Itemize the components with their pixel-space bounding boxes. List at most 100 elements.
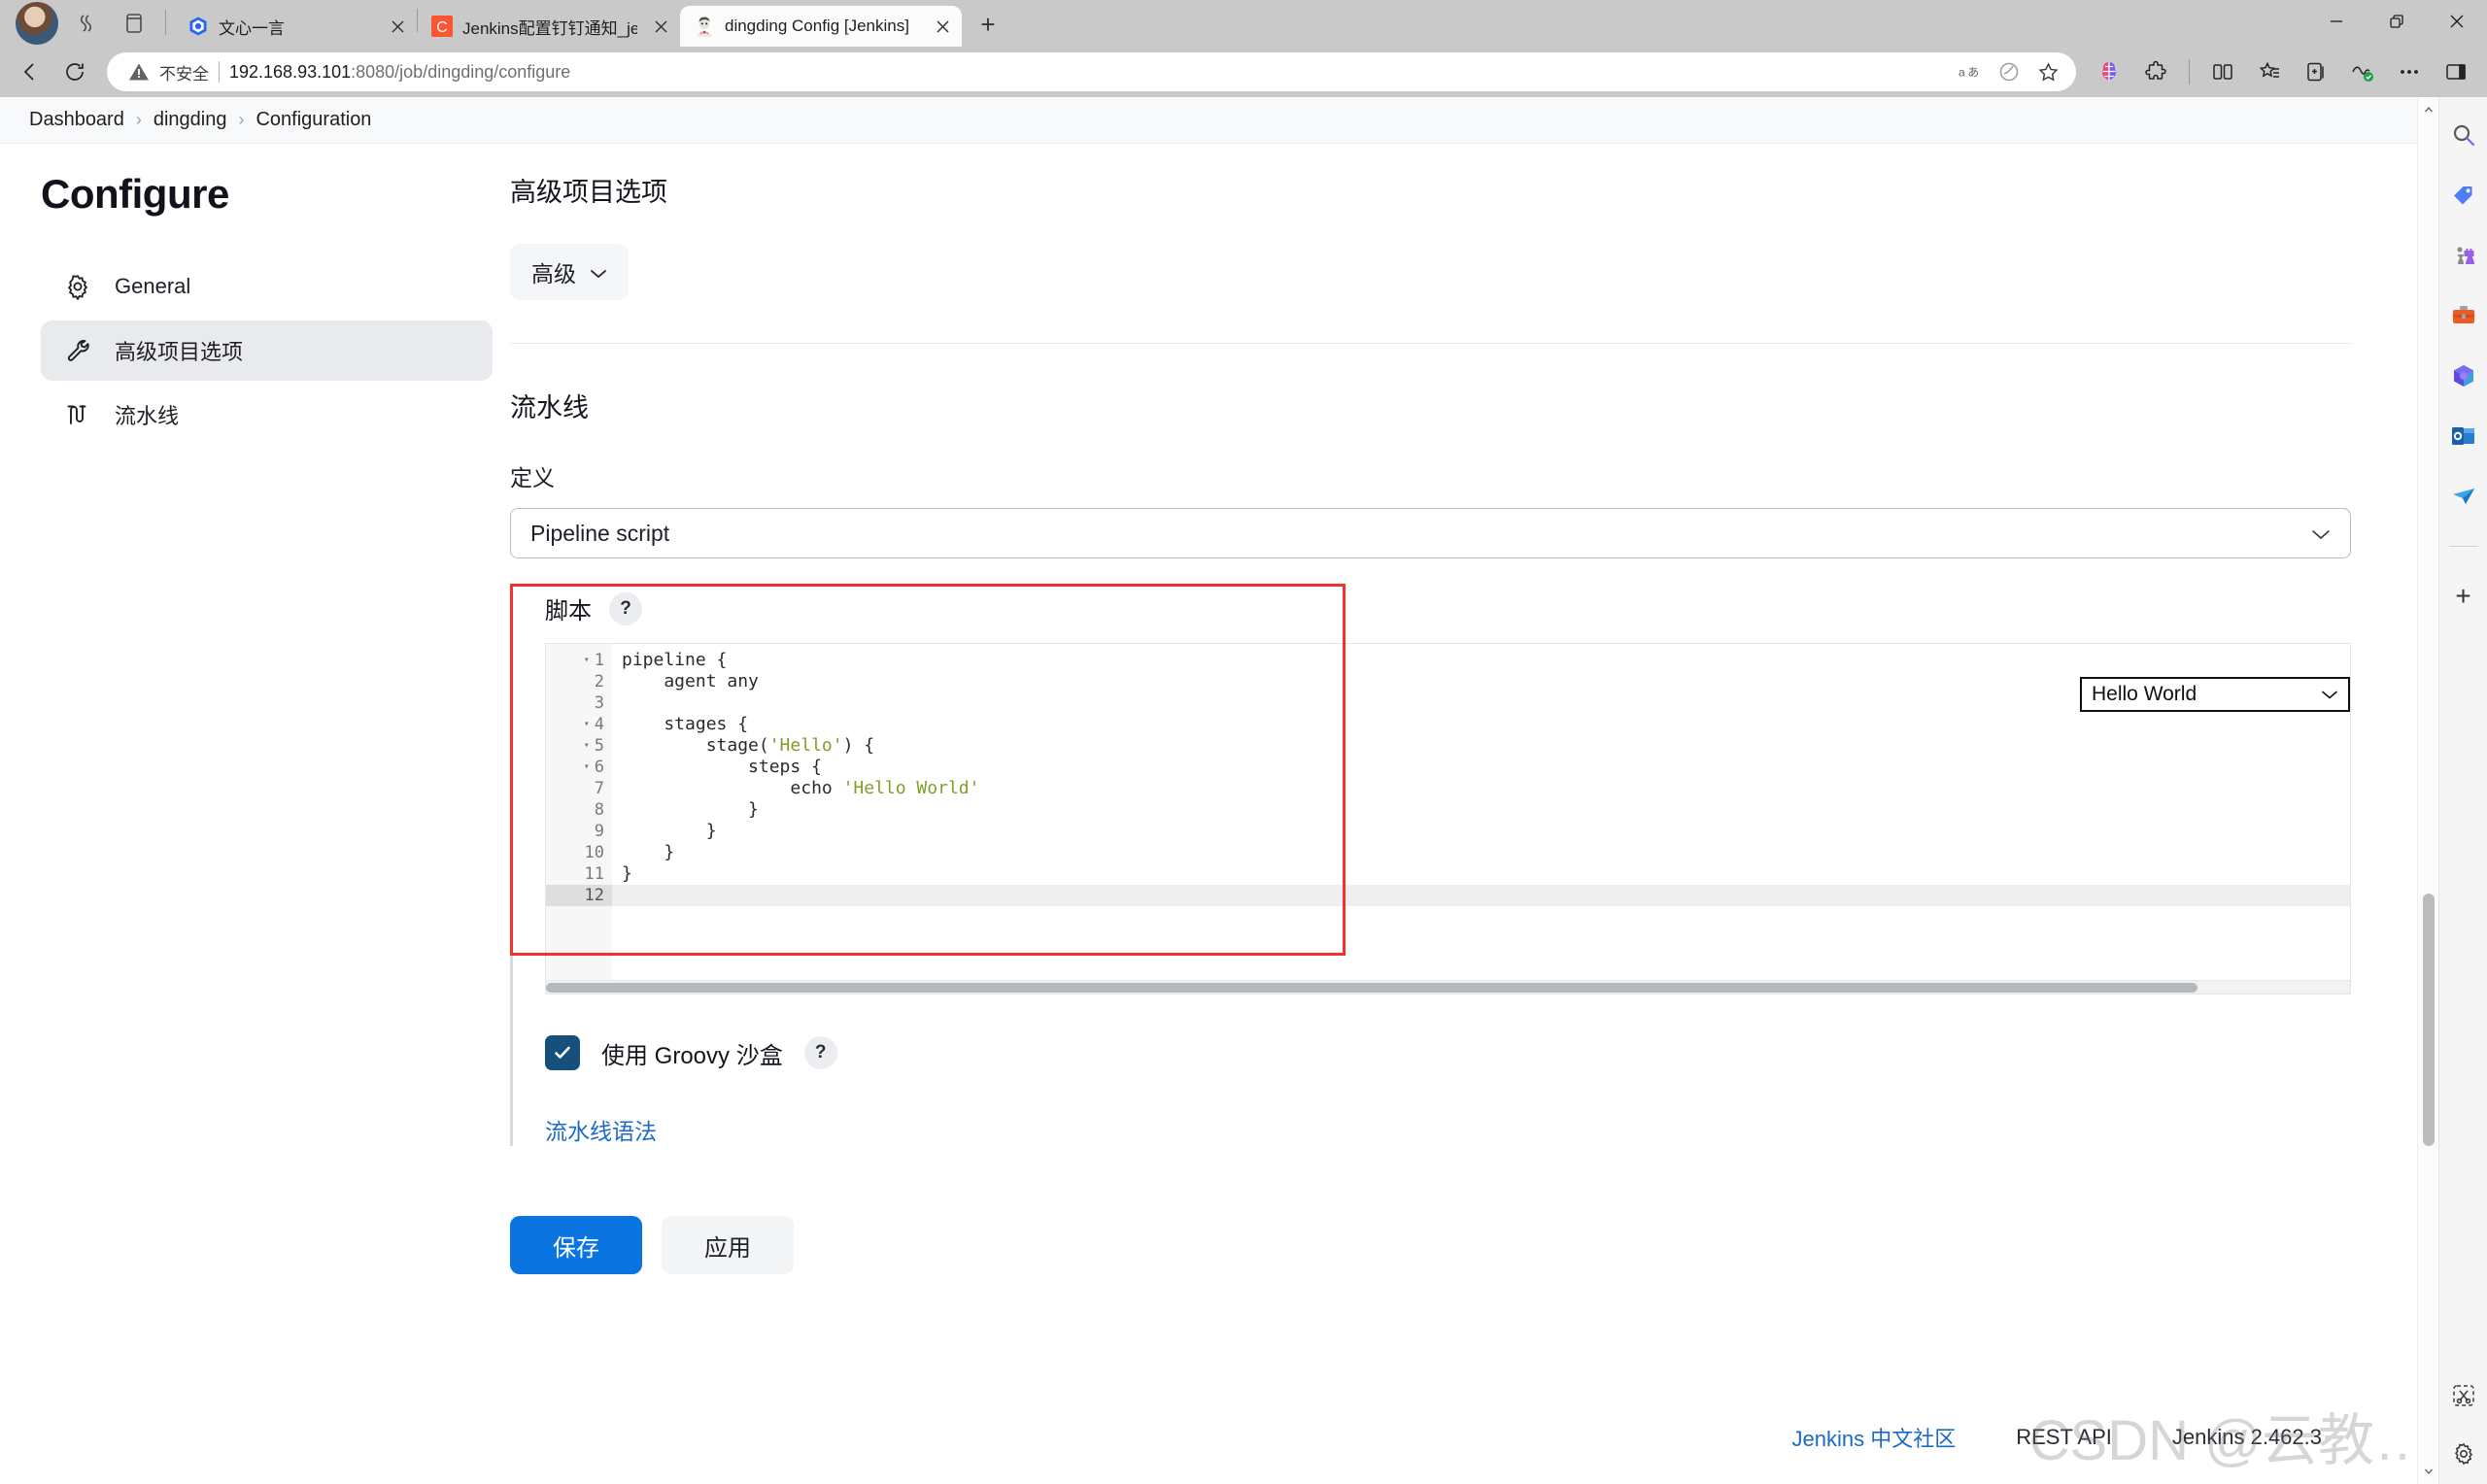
advanced-toggle-label: 高级: [531, 261, 576, 287]
address-bar-actions: a あ: [1952, 53, 2066, 90]
back-button[interactable]: [10, 51, 51, 92]
groovy-sandbox-row: 使用 Groovy 沙盒 ?: [545, 1035, 2351, 1070]
code-line: }: [622, 799, 759, 820]
new-tab-button[interactable]: +: [970, 6, 1006, 43]
browser-essentials-icon[interactable]: [2341, 51, 2384, 93]
help-icon[interactable]: ?: [803, 1036, 837, 1069]
editor-horizontal-scrollbar[interactable]: [546, 980, 2350, 994]
svg-text:a: a: [1959, 66, 1965, 80]
content-wrap: Configure General 高级项目选项 流水线 高级项目选项 高级 流…: [0, 144, 2438, 1274]
scroll-up-arrow-icon[interactable]: [2418, 99, 2438, 120]
favorite-star-icon[interactable]: [2029, 53, 2066, 90]
sidebar-item-advanced-project-options[interactable]: 高级项目选项: [41, 320, 493, 381]
settings-gear-icon[interactable]: [2447, 1437, 2480, 1470]
close-icon[interactable]: [2427, 0, 2487, 43]
favorites-list-icon[interactable]: [2248, 51, 2291, 93]
pipeline-syntax-link[interactable]: 流水线语法: [545, 1119, 657, 1144]
minimize-icon[interactable]: [2306, 0, 2367, 43]
sample-step-select[interactable]: Hello World: [2080, 677, 2350, 712]
scrollbar-thumb[interactable]: [2423, 894, 2435, 1146]
breadcrumb-item-dingding[interactable]: dingding: [153, 109, 227, 131]
apply-button[interactable]: 应用: [662, 1216, 794, 1274]
microsoft365-icon[interactable]: [2447, 359, 2480, 392]
address-divider: [219, 61, 220, 83]
browser-tab-0[interactable]: 文心一言: [174, 6, 417, 47]
send-icon[interactable]: [2447, 480, 2480, 513]
help-icon[interactable]: ?: [609, 591, 642, 625]
browser-tab-1[interactable]: C Jenkins配置钉钉通知_jenkins钉钉: [418, 6, 680, 47]
gear-icon: [62, 271, 93, 302]
breadcrumb-item-configuration[interactable]: Configuration: [256, 109, 371, 131]
sidebar-item-pipeline[interactable]: 流水线: [41, 385, 493, 445]
definition-select[interactable]: Pipeline script: [510, 508, 2351, 558]
games-icon[interactable]: [2447, 239, 2480, 272]
advanced-toggle-button[interactable]: 高级: [510, 244, 629, 300]
page-footer: Jenkins 中文社区 REST API Jenkins 2.462.3: [1792, 1422, 2322, 1453]
tab-title-0: 文心一言: [219, 18, 285, 38]
rest-api-link[interactable]: REST API: [2016, 1425, 2112, 1450]
chevron-right-icon: ›: [135, 110, 142, 129]
pipeline-icon: [62, 399, 93, 430]
tab-close-0[interactable]: [384, 13, 411, 40]
shopping-tag-icon[interactable]: [2447, 179, 2480, 212]
script-label: 脚本: [545, 598, 592, 624]
code-line-current: [612, 885, 2350, 906]
tab-close-2[interactable]: [929, 13, 956, 40]
window-controls: [2306, 0, 2487, 43]
advanced-options-heading: 高级项目选项: [510, 178, 667, 207]
profile-avatar[interactable]: [16, 2, 58, 45]
code-string: 'Hello World': [842, 778, 980, 798]
read-aloud-icon[interactable]: [1991, 53, 2027, 90]
page-title: Configure: [41, 171, 229, 217]
csdn-icon: C: [431, 16, 453, 37]
line-number: 8: [594, 800, 604, 820]
sidebar-toggle-icon[interactable]: [2435, 51, 2477, 93]
address-bar[interactable]: 不安全 192.168.93.101:8080/job/dingding/con…: [107, 52, 2076, 91]
jenkins-community-link[interactable]: Jenkins 中文社区: [1792, 1422, 1957, 1453]
chevron-down-icon: [590, 259, 607, 286]
reload-button[interactable]: [54, 51, 95, 92]
tab-title-2: dingding Config [Jenkins]: [725, 17, 909, 35]
split-screen-icon[interactable]: [2201, 51, 2244, 93]
browser-tab-2[interactable]: dingding Config [Jenkins]: [680, 6, 962, 47]
url-text: 192.168.93.101:8080/job/dingding/configu…: [229, 62, 570, 83]
translate-icon[interactable]: a あ: [1952, 53, 1989, 90]
toolbar-divider: [2189, 59, 2190, 84]
line-number: ▾ 4: [546, 714, 612, 735]
scroll-down-arrow-icon[interactable]: [2418, 1461, 2438, 1482]
vertical-tabs-icon[interactable]: [115, 4, 153, 43]
collections-icon[interactable]: [2295, 51, 2337, 93]
code-line: stage('Hello') {: [622, 735, 875, 756]
pipeline-script-editor[interactable]: ▾ 1 2 3 ▾ 4 ▾ 5 ▾ 6 7 8 9 10 11 12 pipel…: [545, 643, 2351, 995]
scrollbar-thumb[interactable]: [546, 983, 2197, 993]
wrench-icon: [62, 335, 93, 366]
save-button[interactable]: 保存: [510, 1216, 642, 1274]
groovy-sandbox-label: 使用 Groovy 沙盒: [601, 1042, 783, 1069]
breadcrumb: Dashboard › dingding › Configuration: [0, 97, 2438, 144]
sidebar-item-label: General: [115, 274, 191, 298]
more-options-icon[interactable]: [2388, 51, 2431, 93]
outlook-icon[interactable]: [2447, 420, 2480, 453]
sidebar-item-label: 高级项目选项: [115, 340, 244, 364]
tab-title-1: Jenkins配置钉钉通知_jenkins钉钉: [462, 18, 637, 38]
line-number: 2: [594, 672, 604, 691]
extensions-icon[interactable]: [2134, 51, 2177, 93]
code-line: }: [622, 863, 632, 884]
line-number: ▾ 5: [546, 735, 612, 757]
restore-icon[interactable]: [2367, 0, 2427, 43]
copilot-icon[interactable]: [2088, 51, 2130, 93]
breadcrumb-item-dashboard[interactable]: Dashboard: [29, 109, 124, 131]
search-icon[interactable]: [2447, 118, 2480, 152]
groovy-sandbox-checkbox[interactable]: [545, 1035, 580, 1070]
sidebar-item-general[interactable]: General: [41, 256, 493, 317]
sidebar-item-label: 流水线: [115, 404, 180, 428]
tab-actions-icon[interactable]: [68, 4, 107, 43]
script-block: 脚本 ? ▾ 1 2 3 ▾ 4 ▾ 5 ▾ 6 7 8 9 10 11 12 …: [510, 584, 2351, 1146]
tools-icon[interactable]: [2447, 299, 2480, 332]
snip-tool-icon[interactable]: [2447, 1379, 2480, 1412]
chevron-right-icon: ›: [238, 110, 245, 129]
tab-close-1[interactable]: [647, 13, 674, 40]
add-sidebar-app-icon[interactable]: +: [2447, 580, 2480, 613]
page-scrollbar[interactable]: [2417, 97, 2438, 1484]
code-line: steps {: [622, 757, 822, 777]
